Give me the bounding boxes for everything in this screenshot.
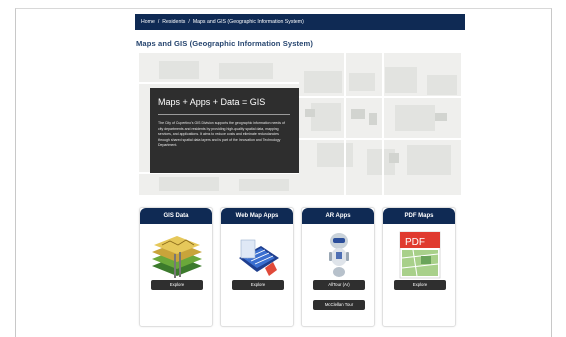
- hero-description: The City of Cupertino's GIS Division sup…: [158, 121, 285, 148]
- explore-button[interactable]: Explore: [232, 280, 284, 290]
- page-title: Maps and GIS (Geographic Information Sys…: [136, 39, 313, 48]
- card-title: PDF Maps: [383, 208, 455, 224]
- card-title: GIS Data: [140, 208, 212, 224]
- card-ar-apps: AR Apps AllTour (Ar) McClellan Tour: [301, 207, 375, 327]
- card-web-map-apps: Web Map Apps Explore: [220, 207, 294, 327]
- hero-divider: [158, 114, 290, 115]
- breadcrumb-separator: /: [188, 19, 190, 25]
- pdf-map-icon: PDF: [399, 231, 441, 279]
- card-title: AR Apps: [302, 208, 374, 224]
- card-pdf-maps: PDF Maps PDF Explore: [382, 207, 456, 327]
- robot-icon: [329, 233, 349, 277]
- explore-button[interactable]: Explore: [151, 280, 203, 290]
- hero-text-panel: Maps + Apps + Data = GIS The City of Cup…: [150, 88, 299, 173]
- breadcrumb-separator: /: [157, 19, 160, 25]
- breadcrumb-residents[interactable]: Residents: [162, 19, 185, 25]
- mcclellan-tour-button[interactable]: McClellan Tour: [313, 300, 365, 310]
- explore-button[interactable]: Explore: [394, 280, 446, 290]
- breadcrumb-home[interactable]: Home: [141, 19, 155, 25]
- hero-banner: Maps + Apps + Data = GIS The City of Cup…: [139, 53, 461, 195]
- pdf-label: PDF: [405, 237, 425, 248]
- hero-heading: Maps + Apps + Data = GIS: [158, 97, 266, 107]
- web-map-apps-icon: [239, 239, 279, 276]
- alltour-ar-button[interactable]: AllTour (Ar): [313, 280, 365, 290]
- card-title: Web Map Apps: [221, 208, 293, 224]
- breadcrumb: Home / Residents / Maps and GIS (Geographic …: [135, 14, 465, 30]
- breadcrumb-current: Maps and GIS (Geographic Information Sys…: [192, 19, 304, 25]
- layered-map-icon: [152, 236, 202, 278]
- card-gis-data: GIS Data Explore: [139, 207, 213, 327]
